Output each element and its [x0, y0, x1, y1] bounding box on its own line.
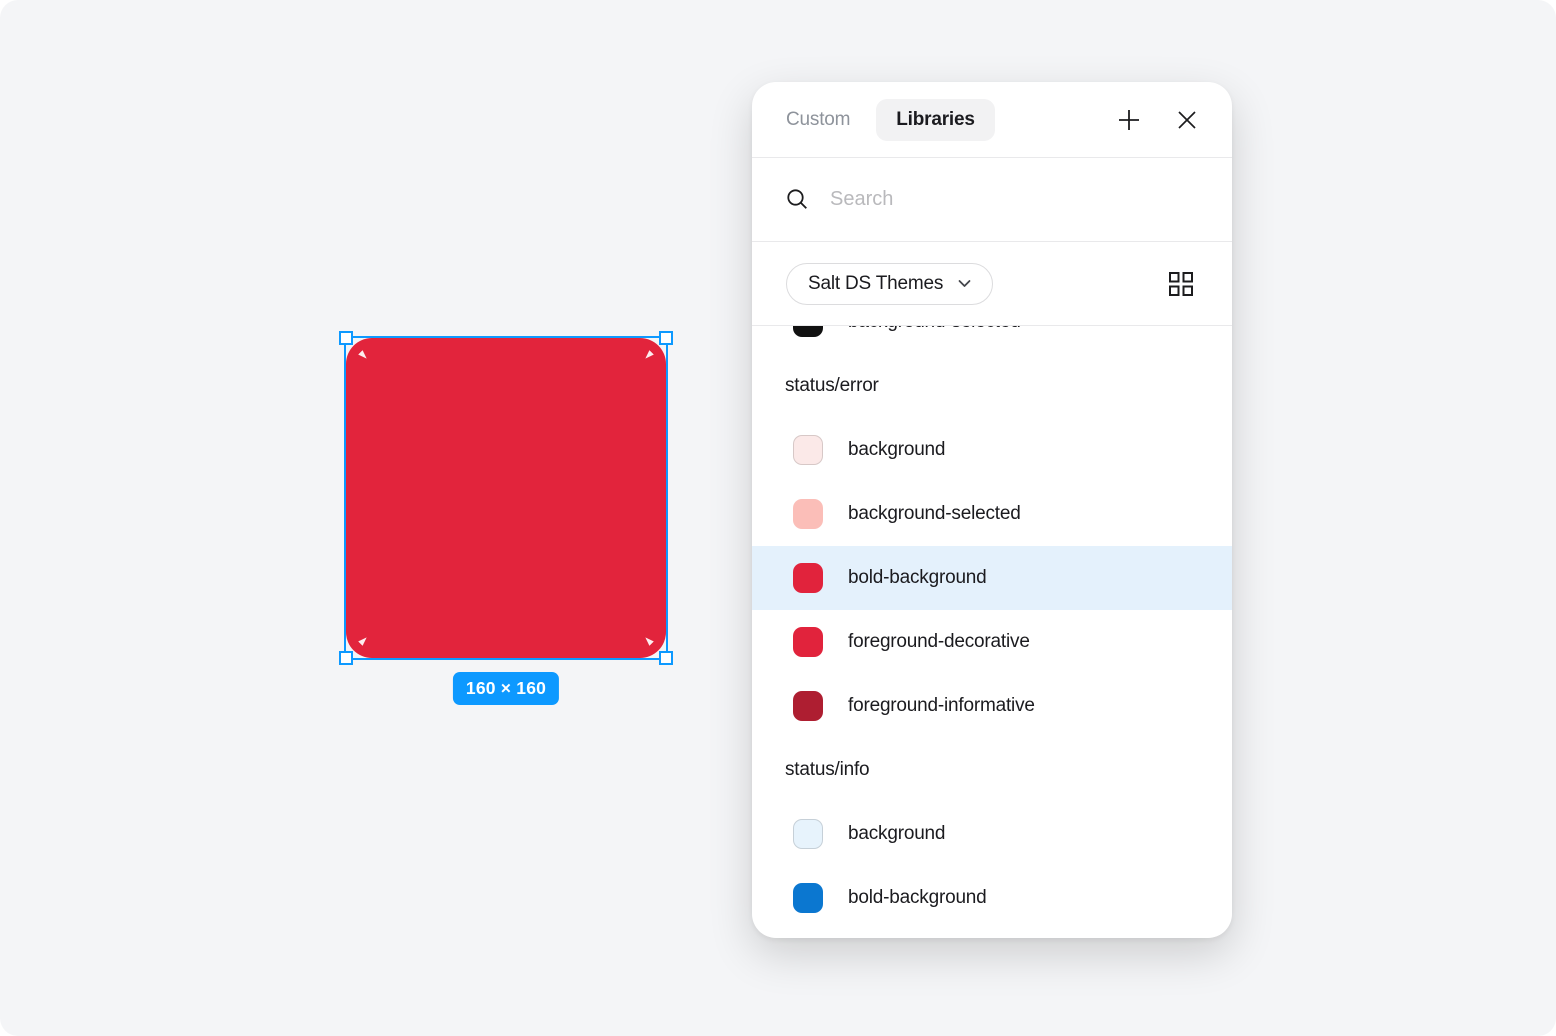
- selection-handle-ne[interactable]: [659, 331, 673, 345]
- library-dropdown[interactable]: Salt DS Themes: [786, 262, 994, 305]
- grid-view-button[interactable]: [1164, 267, 1198, 301]
- plus-icon: [1116, 107, 1142, 133]
- search-icon: [786, 188, 809, 211]
- close-panel-button[interactable]: [1170, 103, 1204, 137]
- swatch-label: background: [848, 823, 946, 844]
- color-swatch: [793, 499, 823, 529]
- color-swatch: [793, 326, 823, 337]
- section-header: status/info: [752, 738, 1232, 802]
- swatch-label: background-selected: [848, 503, 1021, 524]
- selection-handle-nw[interactable]: [339, 331, 353, 345]
- color-swatch: [793, 563, 823, 593]
- color-swatch: [793, 691, 823, 721]
- dimension-badge: 160 × 160: [452, 672, 560, 705]
- tab-custom[interactable]: Custom: [786, 109, 850, 131]
- section-header: status/error: [752, 354, 1232, 418]
- list-item-background[interactable]: background: [752, 418, 1232, 482]
- add-library-button[interactable]: [1112, 103, 1146, 137]
- libraries-panel: Custom Libraries Salt DS Themes: [752, 82, 1232, 938]
- color-swatch: [793, 627, 823, 657]
- section-title: status/error: [785, 375, 879, 396]
- search-bar: [752, 158, 1232, 242]
- chevron-down-icon: [958, 279, 971, 288]
- list-item-foreground-decorative[interactable]: foreground-decorative: [752, 610, 1232, 674]
- color-swatch: [793, 883, 823, 913]
- list-item-foreground-informative[interactable]: foreground-informative: [752, 674, 1232, 738]
- list-item-background-selected[interactable]: background-selected: [752, 326, 1232, 354]
- color-swatch: [793, 435, 823, 465]
- panel-header: Custom Libraries: [752, 82, 1232, 158]
- swatch-label: foreground-informative: [848, 695, 1035, 716]
- grid-icon: [1168, 271, 1194, 297]
- library-dropdown-label: Salt DS Themes: [808, 272, 944, 294]
- canvas-shape[interactable]: [346, 338, 666, 658]
- swatch-label: foreground-decorative: [848, 631, 1030, 652]
- selection-handle-sw[interactable]: [339, 651, 353, 665]
- canvas[interactable]: 160 × 160 Custom Libraries Search Salt D…: [0, 0, 1556, 1036]
- swatch-label: background: [848, 439, 946, 460]
- swatch-list: background-selected status/error backgroun…: [752, 326, 1232, 938]
- swatch-label: bold-background: [848, 567, 987, 588]
- search-input[interactable]: [828, 187, 1198, 212]
- color-swatch: [793, 819, 823, 849]
- section-title: status/info: [785, 759, 870, 780]
- list-item-bold-background[interactable]: bold-background: [752, 546, 1232, 610]
- list-item-bold-background[interactable]: bold-background: [752, 866, 1232, 930]
- list-item-background-selected[interactable]: background-selected: [752, 482, 1232, 546]
- close-icon: [1176, 109, 1198, 131]
- swatch-label: background-selected: [848, 326, 1021, 333]
- selection-handle-se[interactable]: [659, 651, 673, 665]
- list-item-background[interactable]: background: [752, 802, 1232, 866]
- library-selector-row: Salt DS Themes: [752, 242, 1232, 326]
- tab-libraries[interactable]: Libraries: [876, 98, 995, 141]
- swatch-label: bold-background: [848, 887, 987, 908]
